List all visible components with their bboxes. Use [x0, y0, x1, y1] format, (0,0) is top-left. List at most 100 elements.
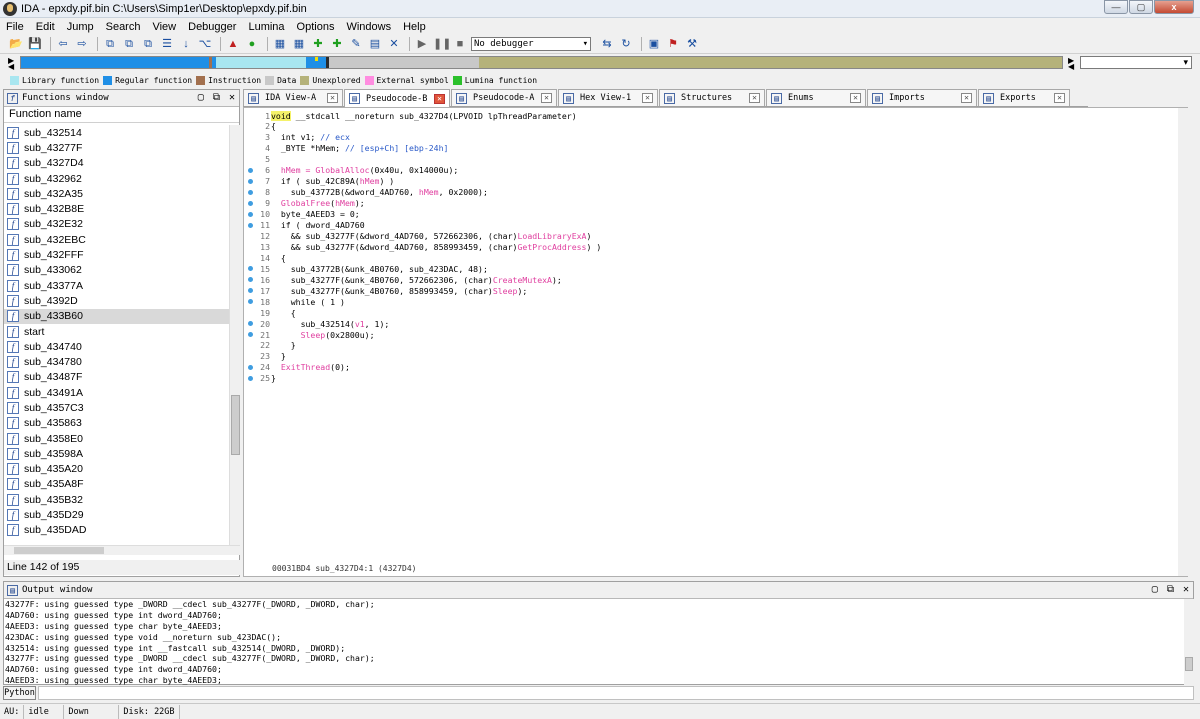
- function-list-item[interactable]: f sub_435A8F: [4, 477, 229, 492]
- tab-close-icon[interactable]: ✕: [850, 93, 861, 103]
- code-vscrollbar[interactable]: [1178, 108, 1188, 576]
- function-list-item[interactable]: f sub_43277F: [4, 140, 229, 155]
- function-list-item[interactable]: f sub_4392D: [4, 293, 229, 308]
- tab-pseudocode-a[interactable]: ▤ Pseudocode-A ✕: [451, 89, 557, 106]
- code-line[interactable]: 25}: [244, 373, 1164, 384]
- down-arrow-icon[interactable]: ↓: [178, 37, 194, 51]
- function-list-item[interactable]: f sub_434740: [4, 339, 229, 354]
- restore-icon[interactable]: ▢: [198, 92, 204, 103]
- tab-close-icon[interactable]: ✕: [1054, 93, 1065, 103]
- tab-pseudocode-b[interactable]: ▤ Pseudocode-B ✕: [344, 89, 450, 107]
- menu-view[interactable]: View: [146, 21, 182, 33]
- binary-icon[interactable]: ⧉: [140, 37, 156, 51]
- output-vscrollbar[interactable]: [1184, 599, 1194, 685]
- function-list-item[interactable]: f sub_43377A: [4, 278, 229, 293]
- menu-lumina[interactable]: Lumina: [242, 21, 290, 33]
- code-line[interactable]: 4 _BYTE *hMem; // [esp+Ch] [ebp-24h]: [244, 143, 1164, 154]
- function-list-item[interactable]: f sub_432514: [4, 125, 229, 140]
- tab-enums[interactable]: ▤ Enums ✕: [766, 89, 866, 106]
- float-icon[interactable]: ⧉: [1167, 584, 1174, 595]
- code-line[interactable]: 11 if ( dword_4AD760: [244, 220, 1164, 231]
- code-line[interactable]: 9 GlobalFree(hMem);: [244, 198, 1164, 209]
- tab-close-icon[interactable]: ✕: [434, 93, 445, 104]
- function-list-item[interactable]: f sub_43598A: [4, 446, 229, 461]
- navigation-bar[interactable]: [20, 56, 1063, 69]
- tab-close-icon[interactable]: ✕: [642, 93, 653, 103]
- tab-ida-view-a[interactable]: ▤ IDA View-A ✕: [243, 89, 343, 106]
- code-line[interactable]: 19 {: [244, 307, 1164, 318]
- list-icon[interactable]: ☰: [159, 37, 175, 51]
- function-list-item[interactable]: f sub_434780: [4, 354, 229, 369]
- function-list-item[interactable]: f sub_43487F: [4, 370, 229, 385]
- tab-hex-view-1[interactable]: ▤ Hex View-1 ✕: [558, 89, 658, 106]
- function-list-item[interactable]: f sub_4327D4: [4, 156, 229, 171]
- code-line[interactable]: 18 while ( 1 ): [244, 296, 1164, 307]
- menu-debugger[interactable]: Debugger: [182, 21, 242, 33]
- function-list-vscrollbar[interactable]: [229, 125, 240, 545]
- nav-arrows-left-icon[interactable]: ▶ ◀: [8, 57, 14, 71]
- scroll-thumb[interactable]: [14, 547, 104, 554]
- function-list-item[interactable]: f sub_43491A: [4, 385, 229, 400]
- close-button[interactable]: x: [1154, 0, 1194, 14]
- chart-icon[interactable]: ▤: [367, 37, 383, 51]
- function-list-item[interactable]: f sub_432FFF: [4, 247, 229, 262]
- function-list-item[interactable]: f sub_433B60: [4, 308, 229, 324]
- function-list-item[interactable]: f sub_432E32: [4, 217, 229, 232]
- code-line[interactable]: 21 Sleep(0x2800u);: [244, 329, 1164, 340]
- debugger-select[interactable]: No debugger: [471, 37, 591, 51]
- stop-icon[interactable]: ■: [452, 37, 468, 51]
- function-name-column-header[interactable]: Function name: [4, 107, 239, 123]
- menu-windows[interactable]: Windows: [340, 21, 397, 33]
- maximize-button[interactable]: ▢: [1129, 0, 1153, 14]
- copy-icon[interactable]: ⧉: [102, 37, 118, 51]
- code-line[interactable]: 5: [244, 154, 1164, 165]
- tab-close-icon[interactable]: ✕: [541, 93, 552, 103]
- tab-structures[interactable]: ▤ Structures ✕: [659, 89, 765, 106]
- code-line[interactable]: 17 sub_43277F(&unk_4B0760, 858993459, (c…: [244, 285, 1164, 296]
- function-list-item[interactable]: f sub_4357C3: [4, 400, 229, 415]
- float-icon[interactable]: ⧉: [213, 92, 220, 103]
- function-list-item[interactable]: f sub_433062: [4, 263, 229, 278]
- play-icon[interactable]: ▶: [414, 37, 430, 51]
- function-list-item[interactable]: f sub_435D29: [4, 507, 229, 522]
- struct-icon[interactable]: ▦: [291, 37, 307, 51]
- nav-arrows-right-icon[interactable]: ▶ ◀: [1068, 57, 1074, 71]
- graph-icon[interactable]: ⌥: [197, 37, 213, 51]
- code-line[interactable]: 1 void __stdcall __noreturn sub_4327D4(LP…: [244, 110, 1164, 121]
- code-line[interactable]: 12 && sub_43277F(&dword_4AD760, 57266230…: [244, 230, 1164, 241]
- function-list-item[interactable]: f sub_432A35: [4, 186, 229, 201]
- pin-icon[interactable]: ✎: [348, 37, 364, 51]
- menu-edit[interactable]: Edit: [30, 21, 61, 33]
- code-line[interactable]: 15 sub_43772B(&unk_4B0760, sub_423DAC, 4…: [244, 263, 1164, 274]
- back-icon[interactable]: ⇦: [55, 37, 71, 51]
- run-icon[interactable]: ●: [244, 37, 260, 51]
- nav-select[interactable]: [1080, 56, 1192, 69]
- code-line[interactable]: 14 {: [244, 252, 1164, 263]
- python-button[interactable]: Python: [3, 686, 36, 700]
- save-icon[interactable]: 💾: [27, 37, 43, 51]
- menu-options[interactable]: Options: [291, 21, 341, 33]
- tab-close-icon[interactable]: ✕: [327, 93, 338, 103]
- close-icon[interactable]: ✕: [1183, 584, 1189, 595]
- function-list-item[interactable]: f sub_435A20: [4, 462, 229, 477]
- function-list-item[interactable]: f sub_4358E0: [4, 431, 229, 446]
- code-line[interactable]: 23 }: [244, 351, 1164, 362]
- code-line[interactable]: 7 if ( sub_42C89A(hMem) ): [244, 176, 1164, 187]
- code-line[interactable]: 20 sub_432514(v1, 1);: [244, 318, 1164, 329]
- code-line[interactable]: 24 ExitThread(0);: [244, 362, 1164, 373]
- tab-exports[interactable]: ▤ Exports ✕: [978, 89, 1070, 106]
- menu-help[interactable]: Help: [397, 21, 432, 33]
- code-line[interactable]: 16 sub_43277F(&unk_4B0760, 572662306, (c…: [244, 274, 1164, 285]
- warning-icon[interactable]: ▲: [225, 37, 241, 51]
- scroll-thumb[interactable]: [1185, 657, 1193, 671]
- plus-icon[interactable]: ✚: [329, 37, 345, 51]
- tab-close-icon[interactable]: ✕: [749, 93, 760, 103]
- pseudocode-view[interactable]: 1 void __stdcall __noreturn sub_4327D4(LP…: [243, 107, 1188, 577]
- pause-icon[interactable]: ❚❚: [433, 37, 451, 51]
- bookmark-icon[interactable]: ▣: [646, 37, 662, 51]
- restore-icon[interactable]: ▢: [1152, 584, 1158, 595]
- code-line[interactable]: 10 byte_4AEED3 = 0;: [244, 209, 1164, 220]
- function-list-item[interactable]: f start: [4, 324, 229, 339]
- code-line[interactable]: 13 && sub_43277F(&dword_4AD760, 85899345…: [244, 241, 1164, 252]
- code-line[interactable]: 8 sub_43772B(&dword_4AD760, hMem, 0x2000…: [244, 187, 1164, 198]
